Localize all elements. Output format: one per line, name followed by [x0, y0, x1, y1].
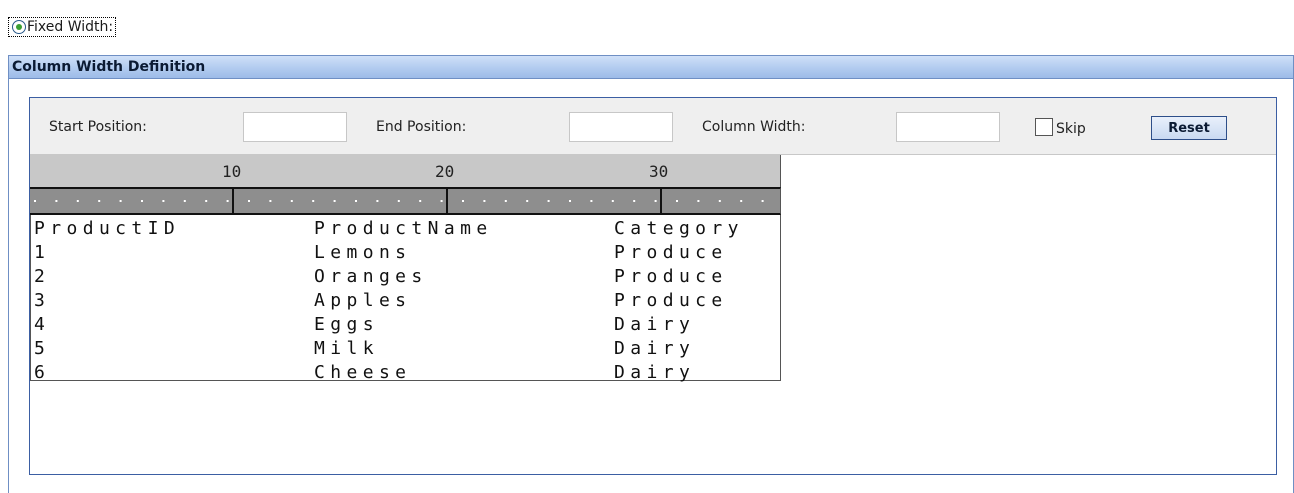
ruler-dot	[504, 200, 507, 202]
ruler-dot	[55, 200, 58, 202]
ruler-dot	[611, 200, 614, 202]
grid-cell: ProductName	[314, 218, 493, 239]
grid-cell: Produce	[614, 242, 728, 263]
grid-cell: Dairy	[614, 314, 696, 335]
ruler-dot	[397, 200, 400, 202]
data-row: 4 Eggs Dairy	[31, 313, 780, 337]
grid-cell: Cheese	[314, 362, 412, 383]
grid-cell: Produce	[614, 290, 728, 311]
ruler-dot	[205, 200, 208, 202]
ruler-dot	[34, 200, 36, 202]
ruler-dot	[98, 200, 101, 202]
ruler-dot	[355, 200, 357, 202]
ruler-ticks[interactable]	[30, 187, 781, 215]
ruler-dot	[419, 200, 422, 202]
ruler-dot	[119, 200, 122, 202]
start-position-input[interactable]	[243, 112, 347, 142]
ruler-dot	[141, 200, 143, 202]
fixed-width-radio[interactable]	[12, 20, 26, 34]
grid-cell: Category	[614, 218, 744, 239]
ruler-dot	[312, 200, 315, 202]
grid-cell: Eggs	[314, 314, 379, 335]
ruler-dot	[333, 200, 336, 202]
grid-cell: 4	[34, 314, 51, 335]
grid-cell: ProductID	[34, 218, 181, 239]
ruler-dot	[269, 200, 272, 202]
ruler-dot	[76, 200, 79, 202]
skip-checkbox[interactable]	[1035, 118, 1053, 136]
fixed-width-grid: 10 20 30 ProductID ProductName Category 1 Le…	[30, 155, 781, 383]
data-row: 2 Oranges Produce	[31, 265, 780, 289]
skip-option[interactable]: Skip	[1035, 117, 1086, 137]
ruler-tick-marks	[34, 189, 764, 213]
ruler-dot	[547, 200, 550, 202]
grid-cell: 3	[34, 290, 51, 311]
header-row: ProductID ProductName Category	[31, 217, 780, 241]
column-editor: Start Position: End Position: Column Wid…	[29, 97, 1277, 475]
ruler-mark-30: 30	[649, 162, 669, 181]
start-position-label: Start Position:	[49, 119, 147, 135]
ruler-dot	[654, 200, 657, 202]
ruler-dot	[183, 200, 186, 202]
ruler-dot	[697, 200, 700, 202]
column-width-label: Column Width:	[702, 119, 806, 135]
skip-label: Skip	[1056, 121, 1086, 137]
fixed-width-option[interactable]: Fixed Width:	[8, 14, 117, 40]
column-width-panel: Column Width Definition Start Position: …	[8, 55, 1294, 493]
ruler-dot	[376, 200, 379, 202]
ruler-dot	[526, 200, 529, 202]
ruler-dot	[226, 200, 229, 202]
ruler-dot	[590, 200, 593, 202]
fixed-width-label: Fixed Width:	[27, 19, 114, 35]
grid-cell: Oranges	[314, 266, 428, 287]
column-width-input[interactable]	[896, 112, 1000, 142]
ruler-mark-20: 20	[435, 162, 455, 181]
fixed-width-radio-focus[interactable]: Fixed Width:	[8, 17, 117, 37]
grid-cell: Milk	[314, 338, 379, 359]
data-row: 3 Apples Produce	[31, 289, 780, 313]
ruler-dot	[718, 200, 721, 202]
ruler-dot	[290, 200, 293, 202]
grid-cell: Produce	[614, 266, 728, 287]
ruler-dot	[462, 200, 464, 202]
grid-cell: Dairy	[614, 338, 696, 359]
grid-cell: Dairy	[614, 362, 696, 383]
data-preview[interactable]: ProductID ProductName Category 1 Lemons Produ…	[30, 215, 781, 383]
grid-cell: Apples	[314, 290, 412, 311]
ruler-dot	[569, 200, 571, 202]
ruler-dot	[440, 200, 443, 202]
reset-button[interactable]: Reset	[1151, 116, 1227, 140]
grid-cell: Lemons	[314, 242, 412, 263]
ruler-dot	[162, 200, 165, 202]
ruler-dot	[676, 200, 678, 202]
grid-cell: 1	[34, 242, 51, 263]
grid-cell: 5	[34, 338, 51, 359]
grid-cell: 2	[34, 266, 51, 287]
ruler-dot	[483, 200, 486, 202]
ruler-dot	[248, 200, 250, 202]
data-row: 1 Lemons Produce	[31, 241, 780, 265]
grid-cell: 6	[34, 362, 51, 383]
ruler-numbers[interactable]: 10 20 30	[30, 155, 781, 187]
data-row: 6 Cheese Dairy	[31, 361, 780, 385]
ruler-dot	[761, 200, 764, 202]
ruler-mark-10: 10	[222, 162, 242, 181]
end-position-input[interactable]	[569, 112, 673, 142]
end-position-label: End Position:	[376, 119, 467, 135]
ruler-dot	[633, 200, 636, 202]
panel-title: Column Width Definition	[9, 55, 1293, 79]
column-toolbar: Start Position: End Position: Column Wid…	[30, 98, 1276, 155]
ruler-dot	[740, 200, 743, 202]
data-row: 5 Milk Dairy	[31, 337, 780, 361]
